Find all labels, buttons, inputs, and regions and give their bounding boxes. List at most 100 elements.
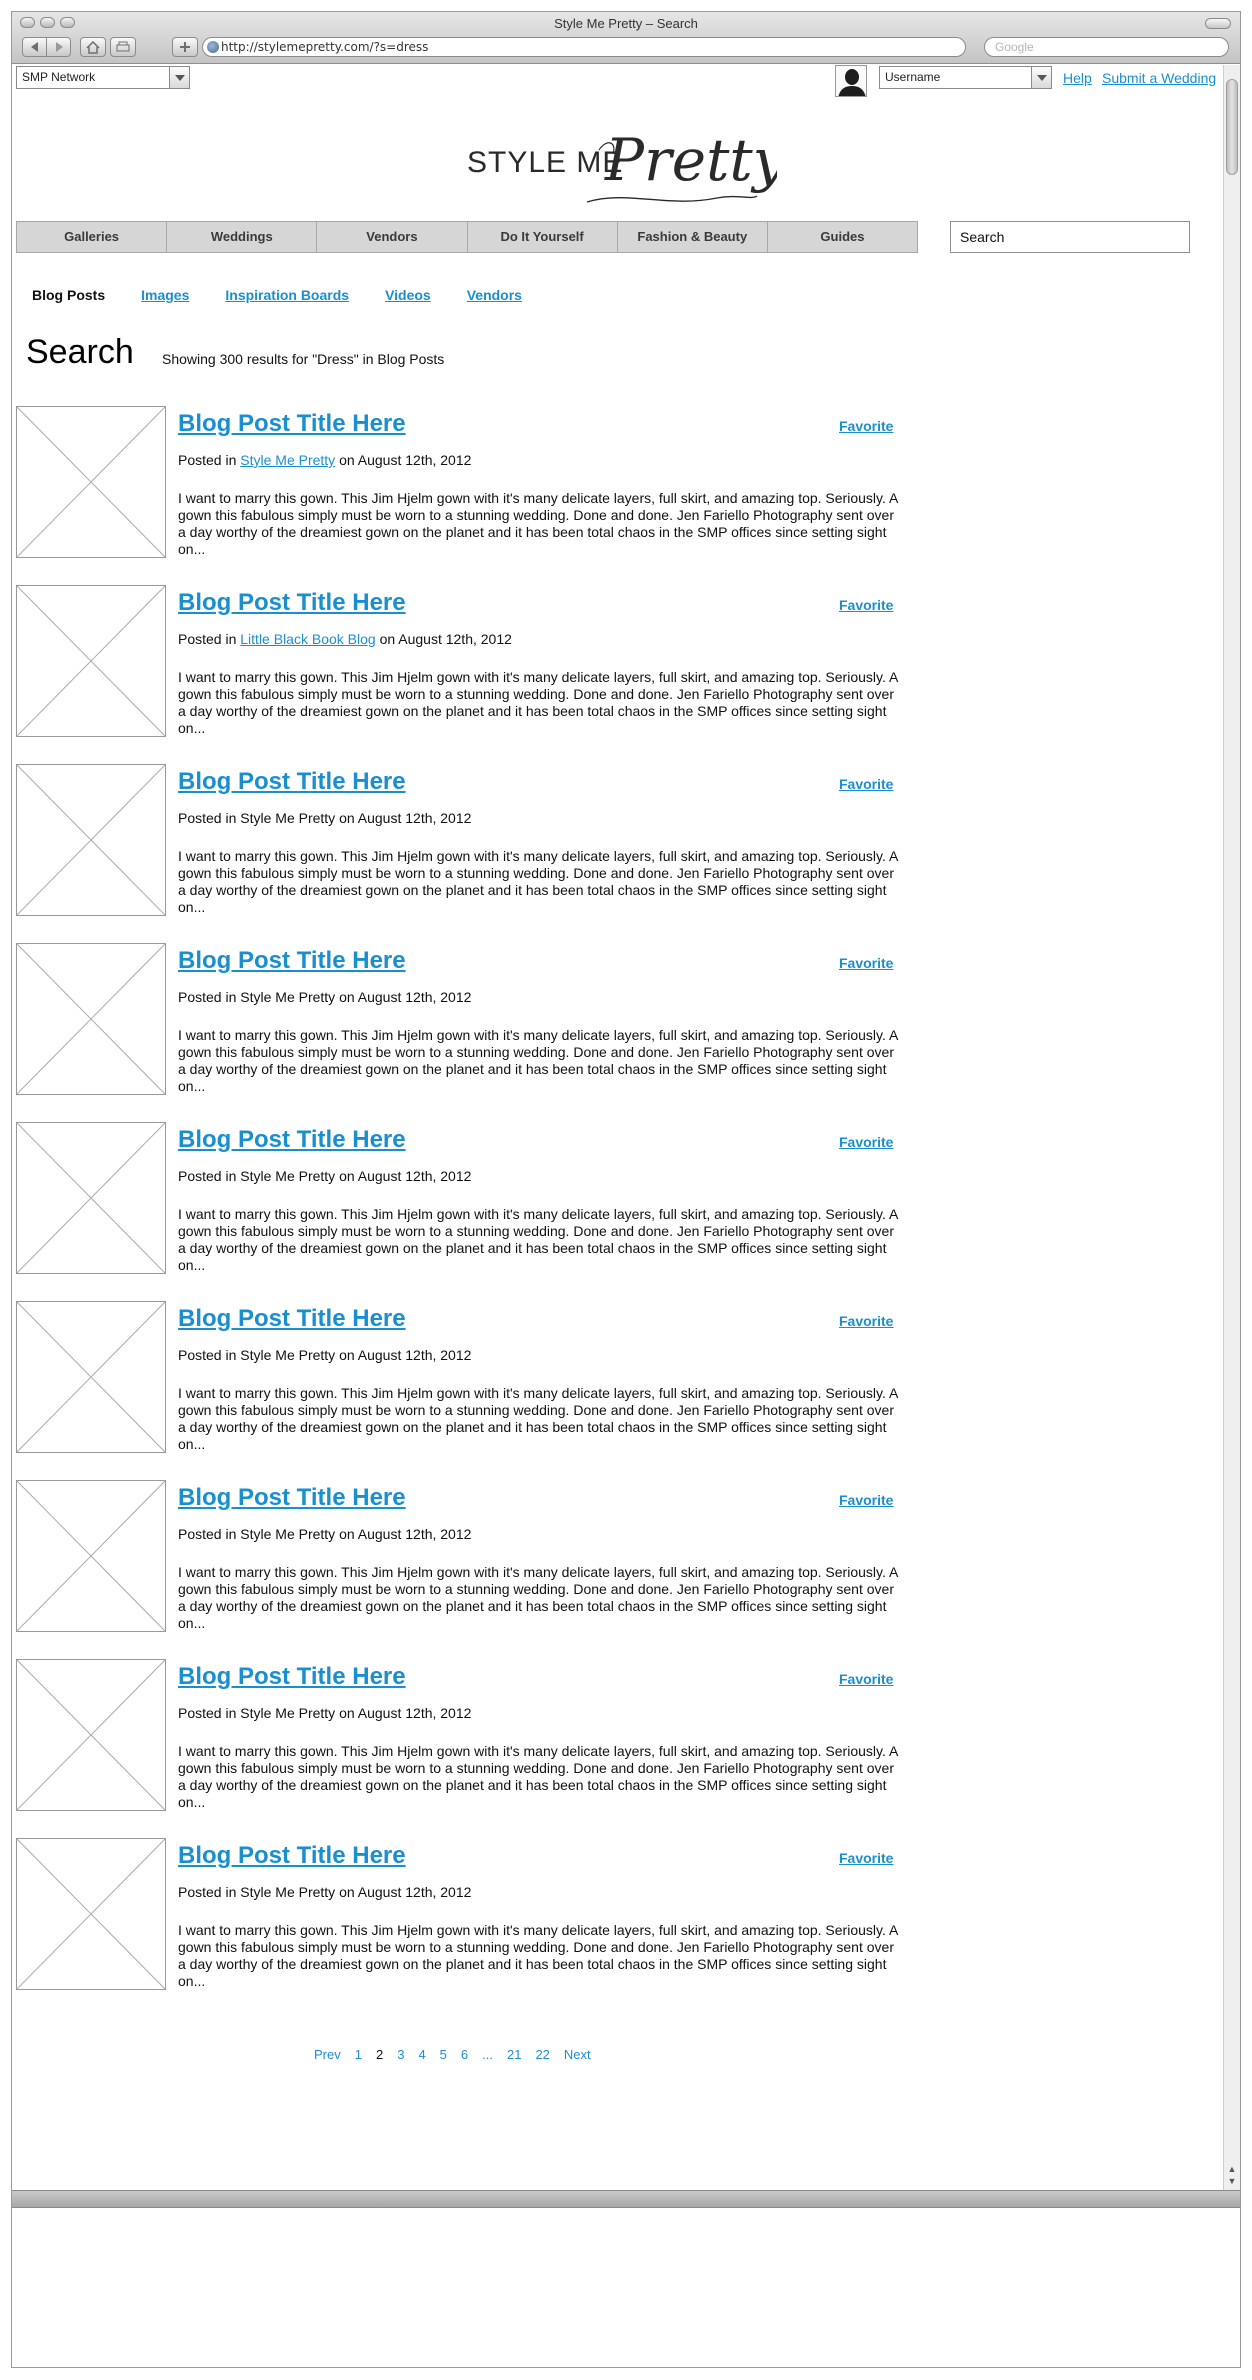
- avatar[interactable]: [835, 65, 867, 97]
- nav-item-guides[interactable]: Guides: [768, 222, 917, 252]
- post-title-link[interactable]: Blog Post Title Here: [178, 1842, 406, 1870]
- add-bookmark-button[interactable]: [172, 37, 198, 57]
- post-title-link[interactable]: Blog Post Title Here: [178, 410, 406, 438]
- next-page-link[interactable]: Next: [564, 2047, 591, 2062]
- post-title-link[interactable]: Blog Post Title Here: [178, 589, 406, 617]
- tab-images[interactable]: Images: [141, 287, 189, 307]
- post-date: on August 12th, 2012: [339, 810, 472, 826]
- nav-item-vendors[interactable]: Vendors: [317, 222, 468, 252]
- prev-page-link[interactable]: Prev: [314, 2047, 341, 2062]
- favorite-link[interactable]: Favorite: [839, 1134, 893, 1150]
- site-logo[interactable]: STYLE ME Pretty: [467, 120, 787, 210]
- post-source-link[interactable]: Style Me Pretty: [240, 452, 335, 468]
- list-item: Blog Post Title Here Favorite Posted in St…: [16, 1301, 898, 1453]
- network-select-value: SMP Network: [22, 70, 96, 84]
- home-button[interactable]: [80, 37, 106, 57]
- posted-in-label: Posted in: [178, 810, 237, 826]
- style-me-pretty-logo: STYLE ME Pretty: [467, 126, 787, 203]
- post-thumbnail[interactable]: [16, 1301, 166, 1453]
- post-thumbnail[interactable]: [16, 406, 166, 558]
- help-link[interactable]: Help: [1063, 70, 1092, 86]
- page-link[interactable]: 4: [418, 2047, 425, 2062]
- tab-blog-posts[interactable]: Blog Posts: [32, 287, 105, 307]
- post-title-link[interactable]: Blog Post Title Here: [178, 1126, 406, 1154]
- post-excerpt: I want to marry this gown. This Jim Hjel…: [178, 1206, 898, 1273]
- post-thumbnail[interactable]: [16, 585, 166, 737]
- print-button[interactable]: [110, 37, 136, 57]
- nav-item-galleries[interactable]: Galleries: [17, 222, 168, 252]
- post-date: on August 12th, 2012: [339, 1526, 472, 1542]
- back-button[interactable]: [22, 37, 47, 57]
- page-link[interactable]: 21: [507, 2047, 521, 2062]
- post-thumbnail[interactable]: [16, 1480, 166, 1632]
- nav-item-weddings[interactable]: Weddings: [167, 222, 318, 252]
- post-excerpt: I want to marry this gown. This Jim Hjel…: [178, 669, 898, 736]
- submit-wedding-link[interactable]: Submit a Wedding: [1102, 70, 1216, 86]
- post-date: on August 12th, 2012: [339, 1168, 472, 1184]
- nav-item-fashion-beauty[interactable]: Fashion & Beauty: [618, 222, 768, 252]
- post-date: on August 12th, 2012: [339, 1884, 472, 1900]
- scroll-down-icon[interactable]: ▼: [1226, 2175, 1238, 2187]
- page-link[interactable]: 22: [535, 2047, 549, 2062]
- image-placeholder-icon: [17, 407, 165, 557]
- tab-vendors[interactable]: Vendors: [467, 287, 522, 307]
- post-thumbnail[interactable]: [16, 1659, 166, 1811]
- post-source: Style Me Pretty: [240, 1168, 336, 1184]
- list-item: Blog Post Title Here Favorite Posted in St…: [16, 764, 898, 916]
- post-thumbnail[interactable]: [16, 1122, 166, 1274]
- post-thumbnail[interactable]: [16, 943, 166, 1095]
- plus-icon: [180, 42, 190, 52]
- toolbar-toggle-button[interactable]: [1205, 18, 1231, 29]
- image-placeholder-icon: [17, 1302, 165, 1452]
- favorite-link[interactable]: Favorite: [839, 418, 893, 434]
- post-title-link[interactable]: Blog Post Title Here: [178, 1484, 406, 1512]
- username-select[interactable]: Username: [879, 66, 1052, 89]
- home-icon: [86, 40, 100, 54]
- image-placeholder-icon: [17, 765, 165, 915]
- post-meta: Posted in Style Me Pretty on August 12th…: [178, 1705, 471, 1721]
- post-title-link[interactable]: Blog Post Title Here: [178, 1305, 406, 1333]
- page-link[interactable]: 3: [397, 2047, 404, 2062]
- page-link[interactable]: 1: [355, 2047, 362, 2062]
- chevron-down-icon: [169, 67, 189, 88]
- forward-button[interactable]: [46, 37, 71, 57]
- favorite-link[interactable]: Favorite: [839, 597, 893, 613]
- post-title-link[interactable]: Blog Post Title Here: [178, 947, 406, 975]
- network-select[interactable]: SMP Network: [16, 66, 190, 89]
- page-link[interactable]: 5: [440, 2047, 447, 2062]
- favorite-link[interactable]: Favorite: [839, 1492, 893, 1508]
- current-page: 2: [375, 2047, 384, 2062]
- tab-inspiration-boards[interactable]: Inspiration Boards: [225, 287, 349, 307]
- favorite-link[interactable]: Favorite: [839, 955, 893, 971]
- page-link[interactable]: 6: [461, 2047, 468, 2062]
- post-source-link[interactable]: Little Black Book Blog: [240, 631, 375, 647]
- result-type-tabs: Blog Posts Images Inspiration Boards Vid…: [32, 287, 558, 307]
- scroll-thumb[interactable]: [1226, 79, 1238, 175]
- post-meta: Posted in Style Me Pretty on August 12th…: [178, 1347, 471, 1363]
- favorite-link[interactable]: Favorite: [839, 776, 893, 792]
- browser-search-field[interactable]: Google: [984, 37, 1229, 57]
- username-select-value: Username: [885, 70, 941, 84]
- post-source: Style Me Pretty: [240, 810, 336, 826]
- chevron-down-icon: [1031, 67, 1051, 88]
- post-excerpt: I want to marry this gown. This Jim Hjel…: [178, 1027, 898, 1094]
- post-thumbnail[interactable]: [16, 1838, 166, 1990]
- post-title-link[interactable]: Blog Post Title Here: [178, 768, 406, 796]
- post-title-link[interactable]: Blog Post Title Here: [178, 1663, 406, 1691]
- post-thumbnail[interactable]: [16, 764, 166, 916]
- favorite-link[interactable]: Favorite: [839, 1850, 893, 1866]
- address-bar[interactable]: http://stylemepretty.com/?s=dress: [202, 37, 966, 57]
- favorite-link[interactable]: Favorite: [839, 1313, 893, 1329]
- favorite-link[interactable]: Favorite: [839, 1671, 893, 1687]
- nav-item-do-it-yourself[interactable]: Do It Yourself: [468, 222, 618, 252]
- scroll-up-icon[interactable]: ▲: [1226, 2163, 1238, 2175]
- post-excerpt: I want to marry this gown. This Jim Hjel…: [178, 1922, 898, 1989]
- status-bar: [12, 2190, 1240, 2208]
- post-source: Style Me Pretty: [240, 1347, 336, 1363]
- post-date: on August 12th, 2012: [379, 631, 512, 647]
- vertical-scrollbar[interactable]: ▲ ▼: [1223, 65, 1240, 2190]
- tab-videos[interactable]: Videos: [385, 287, 431, 307]
- list-item: Blog Post Title Here Favorite Posted in St…: [16, 406, 898, 558]
- page-title: Search: [26, 333, 134, 371]
- site-search-input[interactable]: Search: [950, 221, 1190, 253]
